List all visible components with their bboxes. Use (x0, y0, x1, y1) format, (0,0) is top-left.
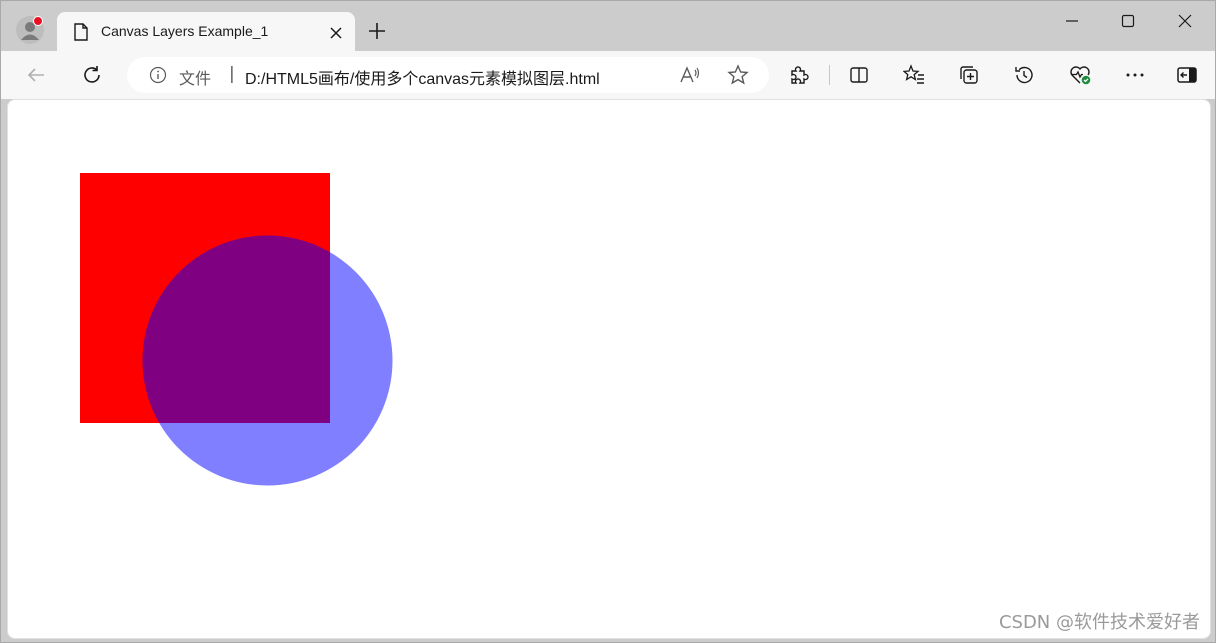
refresh-icon[interactable] (81, 64, 103, 86)
file-label: 文件 (179, 69, 212, 88)
sidebar-icon[interactable] (1176, 64, 1198, 86)
toolbar-divider (829, 65, 830, 85)
address-bar[interactable]: 文件 | D:/HTML5画布/使用多个canvas元素模拟图层.html (127, 57, 769, 93)
back-arrow-icon[interactable] (25, 64, 47, 86)
read-aloud-icon[interactable] (679, 65, 701, 85)
profile-notification-badge (33, 16, 43, 26)
favorites-list-icon[interactable] (902, 64, 925, 86)
close-icon[interactable] (329, 25, 343, 39)
profile-avatar-icon[interactable] (15, 15, 45, 45)
maximize-icon[interactable] (1118, 11, 1138, 31)
page-document-icon (73, 23, 89, 41)
address-separator: | (229, 64, 235, 84)
watermark: CSDN @软件技术爱好者 (998, 612, 1200, 633)
blue-circle (142, 235, 393, 486)
toolbar: 文件 | D:/HTML5画布/使用多个canvas元素模拟图层.html (1, 51, 1215, 99)
tab-title: Canvas Layers Example_1 (101, 23, 269, 39)
split-screen-icon[interactable] (848, 64, 870, 86)
page-content: CSDN @软件技术爱好者 (7, 99, 1211, 639)
window-close-icon[interactable] (1175, 11, 1195, 31)
minimize-icon[interactable] (1062, 11, 1082, 31)
collections-icon[interactable] (958, 64, 980, 86)
plus-icon[interactable] (367, 21, 387, 41)
heart-pulse-icon[interactable] (1069, 64, 1091, 86)
title-bar: Canvas Layers Example_1 (1, 1, 1215, 52)
more-dots-icon[interactable] (1124, 64, 1146, 86)
puzzle-icon[interactable] (788, 64, 810, 86)
info-icon[interactable] (149, 66, 167, 84)
star-icon[interactable] (727, 64, 749, 86)
tab-canvas-layers[interactable]: Canvas Layers Example_1 (57, 12, 355, 52)
browser-window: Canvas Layers Example_1 文件 | D:/HTML5画布/… (0, 0, 1216, 643)
history-icon[interactable] (1013, 64, 1035, 86)
url-text[interactable]: D:/HTML5画布/使用多个canvas元素模拟图层.html (245, 65, 600, 89)
canvas-layer-circle (142, 235, 393, 486)
